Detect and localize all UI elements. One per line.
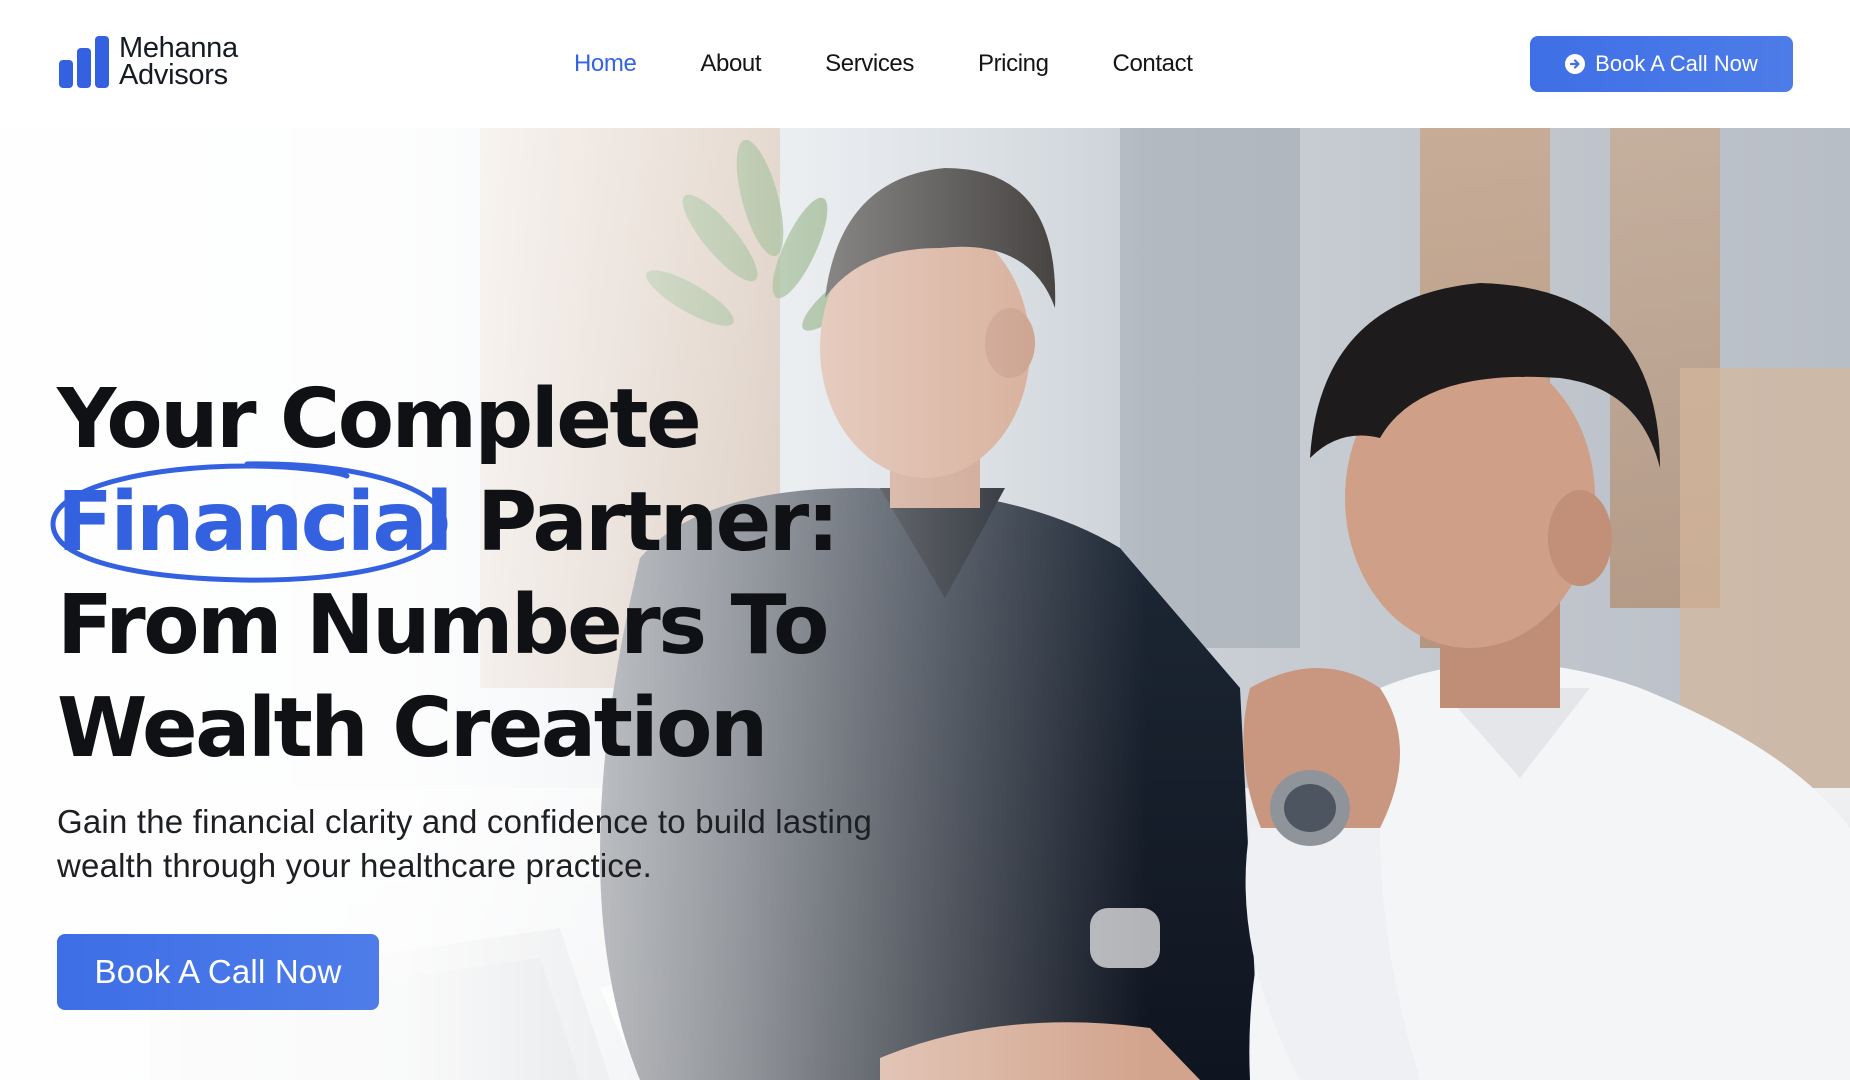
brand-name-line2: Advisors (119, 59, 228, 91)
bar-chart-logo-icon (59, 36, 109, 88)
brand-name-line1: Mehanna (119, 32, 238, 64)
headline-highlight-word: Financial (57, 475, 453, 570)
headline-line3: From Numbers To (57, 578, 829, 673)
headline-line2: Financial Partner: (57, 471, 897, 574)
header-book-call-label: Book A Call Now (1595, 51, 1758, 76)
header-book-call-button[interactable]: Book A Call Now (1530, 36, 1793, 92)
nav-about[interactable]: About (700, 44, 761, 84)
brand-logo[interactable]: Mehanna Advisors (57, 34, 238, 90)
hero-subtext: Gain the financial clarity and confidenc… (57, 803, 873, 884)
nav-contact[interactable]: Contact (1113, 44, 1193, 84)
nav-home[interactable]: Home (574, 44, 637, 84)
headline-line1: Your Complete (57, 372, 702, 467)
headline-line4: Wealth Creation (57, 681, 768, 776)
site-header: Mehanna Advisors Home About Services Pri… (0, 0, 1850, 128)
arrow-right-circle-icon (1565, 54, 1586, 74)
hero-headline: Your Complete Financial Partner: From Nu… (57, 368, 897, 780)
nav-services[interactable]: Services (825, 44, 914, 84)
hero-section: Your Complete Financial Partner: From Nu… (0, 128, 1850, 1080)
nav-pricing[interactable]: Pricing (978, 44, 1049, 84)
hero-book-call-button[interactable]: Book A Call Now (57, 934, 379, 1010)
main-nav: Home About Services Pricing Contact (574, 44, 1193, 84)
headline-line2-rest: Partner: (476, 475, 840, 570)
brand-name: Mehanna Advisors (119, 32, 238, 91)
